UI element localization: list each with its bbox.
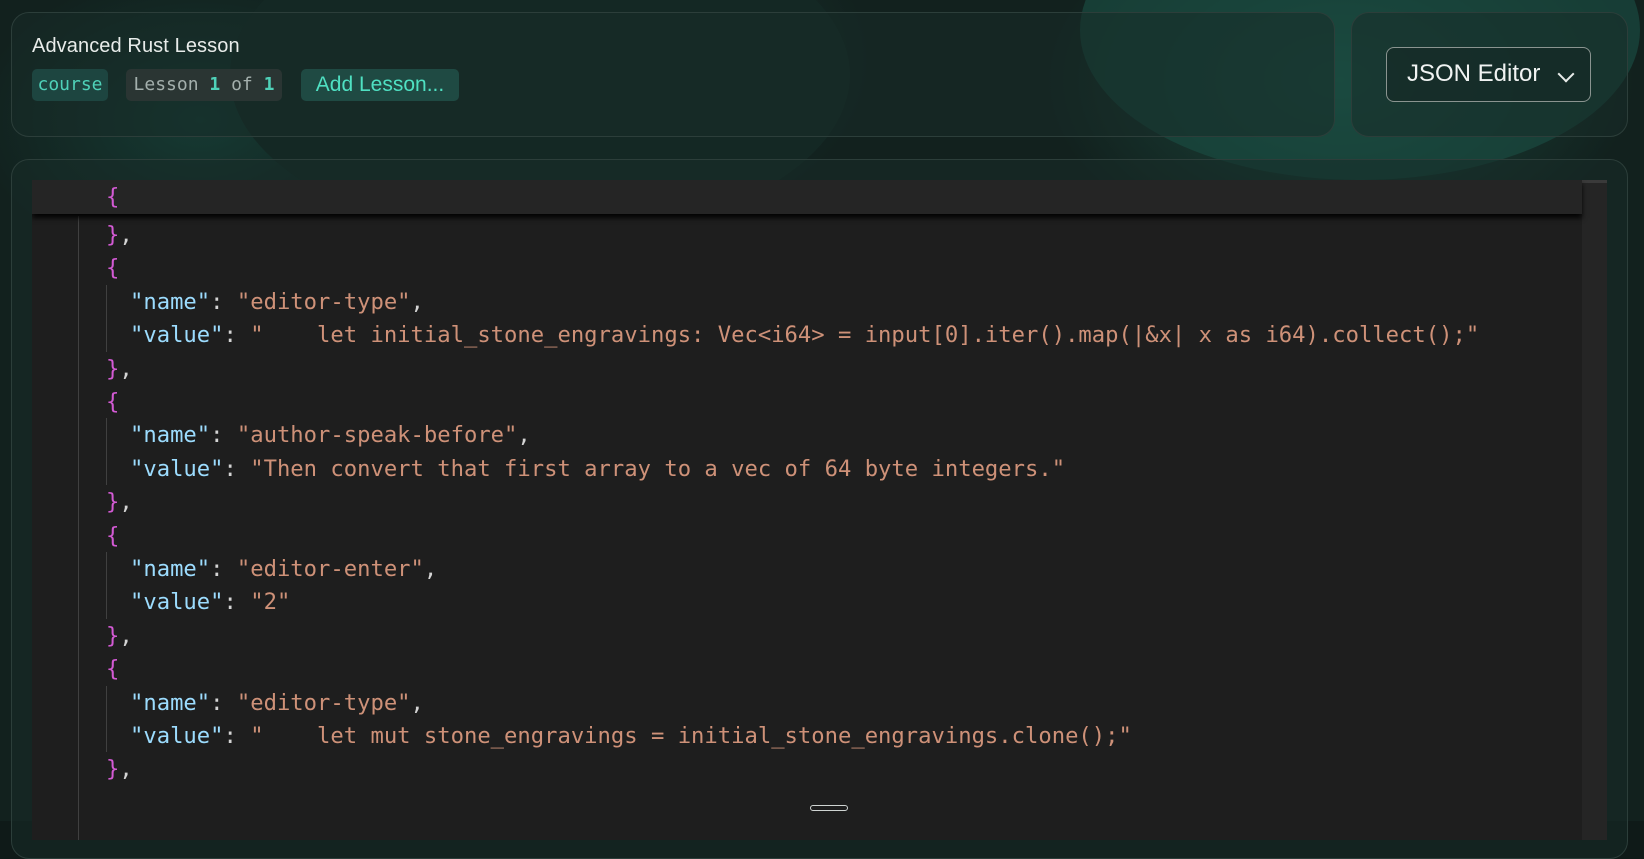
- code-line: "value": "Then convert that first array …: [130, 455, 1066, 482]
- scrollbar-thumb[interactable]: [1582, 180, 1607, 183]
- code-line: "name": "editor-type",: [130, 288, 424, 315]
- editor-mode-select[interactable]: JSON Editor: [1386, 47, 1591, 102]
- chevron-down-icon: [1557, 65, 1575, 83]
- indent-guide: [106, 685, 107, 753]
- code-line: "name": "author-speak-before",: [130, 422, 531, 449]
- indent-guide: [106, 418, 107, 486]
- horizontal-scroll-handle[interactable]: [810, 805, 848, 811]
- lesson-total: 1: [263, 74, 275, 95]
- code-line: "value": " let mut stone_engravings = in…: [130, 723, 1132, 749]
- course-title: Advanced Rust Lesson: [32, 35, 240, 57]
- vertical-scrollbar[interactable]: [1582, 180, 1607, 840]
- code-line: },: [106, 355, 133, 382]
- lesson-header-panel: Advanced Rust Lesson course Lesson 1 of …: [11, 12, 1335, 137]
- code-line: {: [106, 389, 120, 415]
- lesson-prefix: Lesson: [133, 74, 199, 95]
- editor-mode-value: JSON Editor: [1407, 60, 1541, 87]
- indent-guide: [106, 284, 107, 352]
- code-line: },: [106, 222, 133, 248]
- code-line: },: [106, 489, 133, 516]
- code-line: {: [106, 522, 120, 549]
- code-line: "value": " let initial_stone_engravings:…: [130, 322, 1480, 349]
- code-line: },: [106, 622, 133, 649]
- code-line: {: [106, 255, 120, 282]
- code-line: "name": "editor-type",: [130, 689, 424, 716]
- lesson-counter: Lesson 1 of 1: [126, 69, 282, 101]
- indent-guide: [106, 552, 107, 619]
- indent-guide: [78, 216, 79, 840]
- sticky-line: {: [106, 184, 120, 210]
- json-code-editor[interactable]: { }, { "name": "editor-type", "value": " le…: [32, 180, 1607, 840]
- sticky-scroll-header[interactable]: {: [32, 180, 1582, 214]
- code-line: "name": "editor-enter",: [130, 556, 438, 582]
- lesson-current: 1: [209, 74, 221, 95]
- lesson-of: of: [231, 74, 253, 95]
- code-line: },: [106, 756, 133, 783]
- code-line: "value": "2": [130, 589, 291, 616]
- add-lesson-button[interactable]: Add Lesson...: [301, 69, 459, 101]
- mode-panel: JSON Editor: [1351, 12, 1628, 137]
- code-line: {: [106, 656, 120, 683]
- course-badge[interactable]: course: [32, 69, 108, 101]
